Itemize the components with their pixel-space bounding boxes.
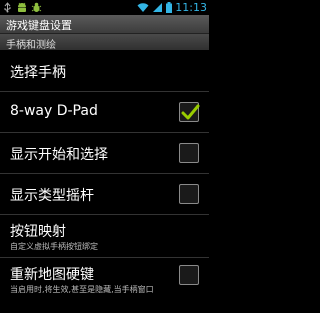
battery-icon	[166, 2, 173, 13]
pref-select-gamepad[interactable]: 选择手柄	[0, 51, 209, 92]
pref-summary: 自定义虚拟手柄按钮绑定	[10, 242, 98, 251]
pref-label: 重新地图硬键	[10, 267, 94, 283]
pref-button-mapping[interactable]: 按钮映射 自定义虚拟手柄按钮绑定	[0, 215, 209, 258]
signal-icon	[153, 3, 163, 12]
pref-label: 按钮映射	[10, 224, 66, 240]
notification-icons	[2, 2, 42, 13]
pref-label: 8-way D-Pad	[10, 103, 98, 119]
checkbox-8way-dpad[interactable]	[179, 102, 200, 122]
page-title: 游戏键盘设置	[6, 19, 72, 32]
clock: 11:13	[175, 1, 207, 14]
checkbox-remap-hard-keys[interactable]	[179, 265, 199, 285]
pref-8way-dpad[interactable]: 8-way D-Pad	[0, 92, 209, 133]
section-header: 手柄和测绘	[0, 34, 209, 51]
status-bar: 11:13	[0, 0, 209, 15]
checkmark-icon	[181, 104, 200, 120]
android-icon	[18, 2, 26, 12]
pref-label: 选择手柄	[10, 65, 66, 81]
pref-summary: 当启用时,将生效,甚至是隐藏,当手柄窗口	[10, 285, 154, 294]
system-icons: 11:13	[137, 1, 207, 14]
pref-show-joystick-type[interactable]: 显示类型摇杆	[0, 174, 209, 215]
pref-label: 显示开始和选择	[10, 147, 108, 163]
usb-icon	[4, 2, 11, 13]
pref-label: 显示类型摇杆	[10, 188, 94, 204]
checkbox-show-start-select[interactable]	[179, 143, 199, 163]
title-bar: 游戏键盘设置	[0, 15, 209, 34]
wifi-icon	[137, 3, 149, 12]
pref-show-start-select[interactable]: 显示开始和选择	[0, 133, 209, 174]
checkbox-show-joystick-type[interactable]	[179, 184, 199, 204]
pref-remap-hard-keys[interactable]: 重新地图硬键 当启用时,将生效,甚至是隐藏,当手柄窗口	[0, 258, 209, 300]
bug-icon	[31, 2, 42, 12]
section-title: 手柄和测绘	[6, 40, 56, 51]
